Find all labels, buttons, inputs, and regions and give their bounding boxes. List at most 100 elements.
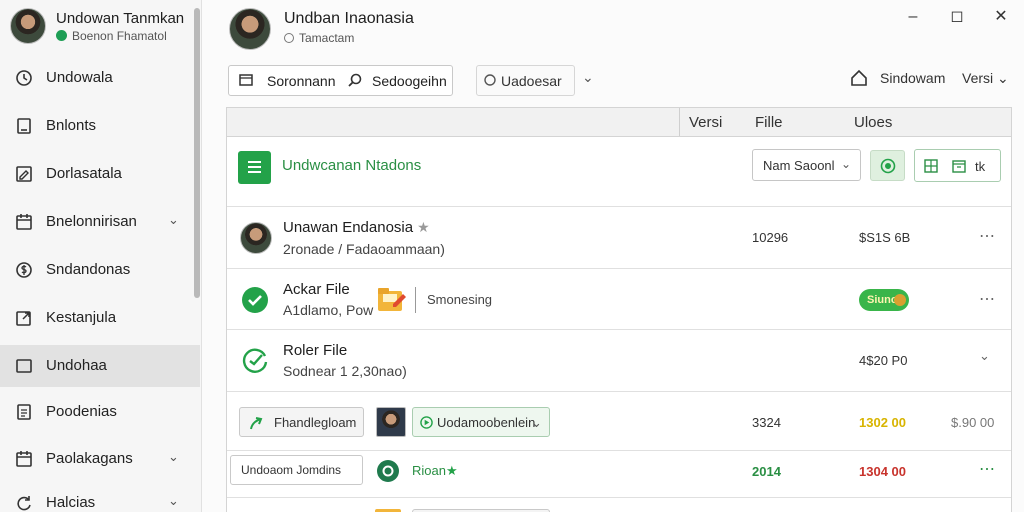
row-title-text: Unawan Endanosia	[283, 219, 414, 236]
row-subtitle: A1dlamo, Pow	[283, 302, 374, 318]
sidebar-item-paolakagans[interactable]: Paolakagans ⌄	[0, 438, 200, 480]
chevron-down-icon: ⌄	[168, 449, 179, 464]
sidebar-item-label: Paolakagans	[46, 450, 133, 467]
sidebar-item-label: Bnelonnirisan	[46, 213, 137, 230]
page-subtitle: Tamactam	[284, 31, 354, 45]
star-icon[interactable]: ★	[417, 219, 430, 235]
tag-label: Fhandlegloam	[274, 415, 357, 430]
home-link[interactable]: Sindowam	[880, 70, 945, 86]
maximize-button[interactable]: ◻	[946, 6, 968, 28]
view-toggle-button[interactable]: tk	[914, 149, 1001, 182]
online-status-icon	[56, 30, 67, 41]
status-select-label: Uodamoobenlein	[437, 415, 536, 430]
tag-label: Undoaom Jomdins	[241, 463, 342, 477]
versi-menu[interactable]: Versi ⌄	[962, 70, 1009, 87]
table-row[interactable]: Unawan Endanosia ★ 2ronade / Fadaoammaan)…	[227, 208, 1011, 269]
star-icon: ★	[445, 463, 458, 478]
search-icon	[348, 73, 362, 87]
close-button[interactable]: ✕	[990, 6, 1012, 28]
table-row[interactable]	[227, 499, 1011, 512]
table-row[interactable]: Roler File Sodnear 1 2,30nao) 4$20 P0 ⌄	[227, 331, 1011, 392]
home-icon[interactable]	[849, 68, 869, 88]
coin-icon	[894, 294, 906, 306]
row-total: $.90 00	[951, 415, 995, 430]
column-header-uloes[interactable]: Uloes	[854, 114, 892, 131]
sidebar-item-bnelonnirisan[interactable]: Bnelonnirisan ⌄	[0, 201, 200, 243]
toolbar-button-group: Soronnann Sedoogeihn	[228, 65, 453, 96]
status-badge-label: Siuno	[867, 294, 898, 306]
sidebar-item-bnlonts[interactable]: Bnlonts	[0, 105, 200, 147]
sidebar-item-undowala[interactable]: Undowala	[0, 57, 200, 99]
sidebar-item-label: Sndandonas	[46, 261, 131, 278]
filter-select-label: Uadoesar	[501, 73, 562, 89]
menu-button[interactable]	[238, 151, 271, 184]
sort-select-label: Nam Saoonl	[763, 158, 835, 173]
play-icon	[420, 416, 433, 429]
row-title: Unawan Endanosia ★	[283, 219, 430, 236]
sidebar-item-label: Dorlasatala	[46, 165, 122, 182]
row-price: 4$20 P0	[859, 353, 908, 368]
sidebar-item-sndandonas[interactable]: Sndandonas	[0, 249, 200, 291]
sidebar-item-label: Halcias	[46, 494, 96, 511]
clock-icon	[16, 70, 32, 86]
profile-subtitle: Boenon Fhamatol	[72, 29, 167, 43]
chevron-down-icon: ⌄	[168, 212, 179, 227]
status-circle-icon	[377, 460, 399, 482]
sidebar-profile[interactable]: Undowan Tanmkan Boenon Fhamatol	[10, 8, 190, 48]
chevron-down-icon: ⌄	[168, 493, 179, 508]
column-header-versi[interactable]: Versi	[689, 114, 722, 131]
row-price: 1304 00	[859, 464, 906, 479]
sidebar: Undowan Tanmkan Boenon Fhamatol Undowala…	[0, 0, 202, 512]
edit-icon	[16, 166, 32, 182]
row-title: Roler File	[283, 342, 348, 359]
gear-icon	[284, 33, 294, 43]
toolbar-button-1[interactable]: Soronnann	[267, 73, 336, 89]
tag-button[interactable]: Undoaom Jomdins	[230, 455, 363, 485]
table-row[interactable]: Fhandlegloam Uodamoobenlein ⌄ 3324 1302 …	[227, 393, 1011, 451]
sidebar-item-undohaa[interactable]: Undohaa	[0, 345, 200, 387]
table-header: Versi Fille Uloes	[227, 108, 1011, 137]
chevron-down-icon[interactable]: ⌄	[979, 348, 991, 364]
status-select[interactable]: Uodamoobenlein ⌄	[412, 407, 550, 437]
sidebar-item-kestanjula[interactable]: Kestanjula	[0, 297, 200, 339]
section-header-row: Undwcanan Ntadons Nam Saoonl ⌄ tk	[227, 138, 1011, 207]
sidebar-item-label: Bnlonts	[46, 117, 97, 134]
minimize-button[interactable]: –	[902, 6, 924, 28]
list-icon	[17, 404, 31, 420]
refresh-icon	[17, 496, 31, 511]
file-table: Versi Fille Uloes Undwcanan Ntadons Nam …	[226, 107, 1012, 512]
toolbar-button-2[interactable]: Sedoogeihn	[372, 73, 447, 89]
sidebar-item-poodenias[interactable]: Poodenias	[0, 391, 200, 433]
play-button[interactable]	[870, 150, 905, 181]
more-options-icon[interactable]: ⋯	[979, 459, 996, 479]
box-icon	[16, 359, 32, 373]
chevron-down-icon[interactable]: ⌄	[582, 69, 594, 86]
column-header-fille[interactable]: Fille	[755, 114, 783, 131]
table-row[interactable]: Undoaom Jomdins Rioan★ 2014 1304 00 ⋯	[227, 452, 1011, 498]
more-options-icon[interactable]: ⋯	[979, 289, 996, 309]
table-row[interactable]: Ackar File A1dlamo, Pow Smonesing Siuno …	[227, 270, 1011, 330]
avatar[interactable]	[229, 8, 271, 50]
sidebar-item-label: Kestanjula	[46, 309, 117, 326]
page-title: Undban Inaonasia	[284, 10, 414, 27]
avatar	[376, 407, 406, 437]
section-title: Undwcanan Ntadons	[282, 157, 422, 174]
tag-button[interactable]: Fhandlegloam	[239, 407, 364, 437]
window-icon	[239, 74, 253, 86]
column-divider	[679, 108, 680, 136]
sidebar-item-halcias[interactable]: Halcias ⌄	[0, 482, 200, 512]
calendar-icon	[16, 451, 32, 467]
row-label: Rioan★	[412, 463, 458, 479]
chevron-down-icon: ⌄	[841, 157, 852, 171]
sort-select[interactable]: Nam Saoonl ⌄	[752, 149, 861, 181]
page-subtitle-text: Tamactam	[299, 31, 355, 45]
filter-select[interactable]: Uadoesar	[476, 65, 575, 96]
sidebar-item-dorlasatala[interactable]: Dorlasatala	[0, 153, 200, 195]
divider	[415, 287, 416, 313]
arrow-icon	[250, 417, 263, 430]
chevron-down-icon: ⌄	[531, 415, 542, 430]
calendar-icon	[952, 160, 966, 173]
row-status: Smonesing	[427, 292, 493, 307]
row-title: Ackar File	[283, 281, 350, 298]
more-options-icon[interactable]: ⋯	[979, 226, 996, 246]
